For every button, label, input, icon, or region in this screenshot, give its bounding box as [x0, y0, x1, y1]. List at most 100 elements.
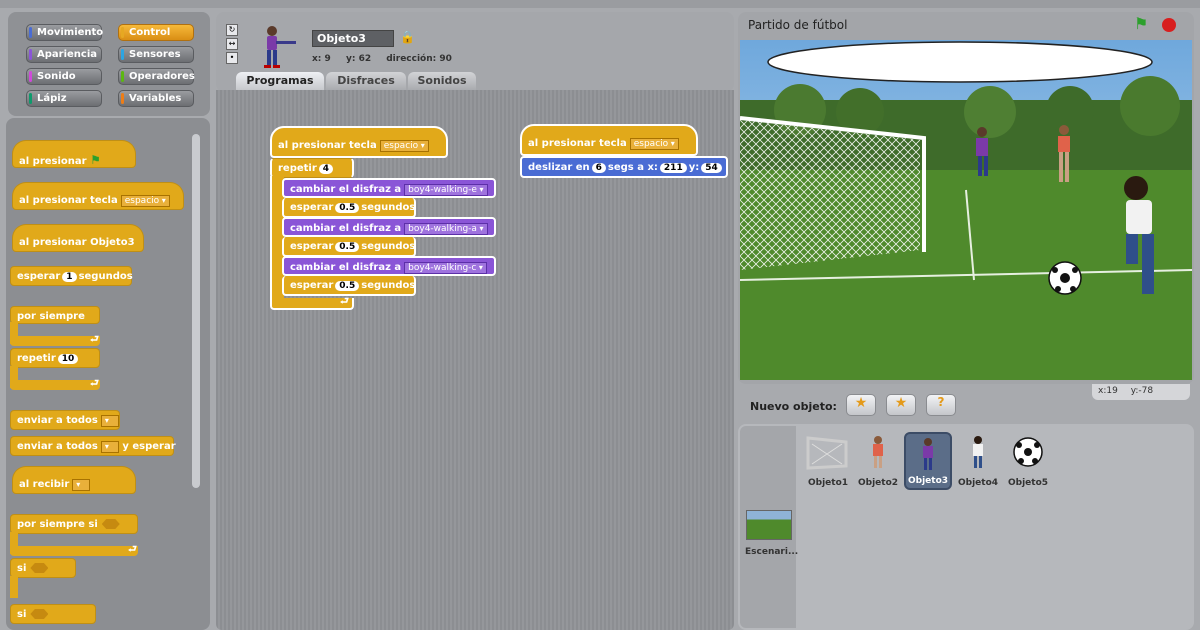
condition-slot[interactable]: [30, 609, 49, 619]
switch-costume-label: cambiar el disfraz a: [290, 223, 402, 234]
palette-key-press-label: al presionar tecla: [19, 195, 118, 206]
palette-forever-block[interactable]: por siempre ⮐: [10, 306, 100, 346]
category-lpiz[interactable]: Lápiz: [26, 90, 102, 107]
script1-wait-1[interactable]: esperar 0.5 segundos: [282, 198, 416, 218]
palette-forever-if-label: por siempre si: [17, 519, 98, 530]
category-variables[interactable]: Variables: [118, 90, 194, 107]
script2-key-dropdown[interactable]: espacio: [629, 138, 679, 150]
stage-thumbnail[interactable]: [746, 510, 792, 540]
category-color-bar: [29, 27, 32, 38]
glide-secs-input[interactable]: 6: [591, 163, 606, 173]
condition-slot[interactable]: [101, 519, 120, 529]
category-movimiento[interactable]: Movimiento: [26, 24, 103, 41]
wait-input-1[interactable]: 0.5: [335, 203, 360, 213]
sprite-tile-objeto4[interactable]: Objeto4: [954, 432, 1002, 490]
top-menu-strip: [0, 0, 1200, 8]
palette-if-block[interactable]: si: [10, 558, 76, 598]
tab-programas[interactable]: Programas: [236, 72, 324, 90]
wait-input-2[interactable]: 0.5: [335, 242, 360, 252]
palette-broadcast-dropdown[interactable]: [100, 415, 119, 427]
sprite-tile-objeto3[interactable]: Objeto3: [904, 432, 952, 490]
sprite-tile-objeto1[interactable]: Objeto1: [804, 432, 852, 490]
category-label: Sensores: [129, 49, 181, 60]
category-operadores[interactable]: Operadores: [118, 68, 195, 85]
palette-key-press-hat[interactable]: al presionar tecla espacio: [12, 182, 184, 210]
costume-dropdown-3[interactable]: boy4-walking-c: [404, 262, 487, 274]
script-1[interactable]: al presionar teclaespacio repetir4 ⮐ cam…: [270, 126, 500, 312]
palette-if-else-block[interactable]: si: [10, 604, 96, 624]
random-sprite-button[interactable]: ?: [926, 394, 956, 416]
sprite-thumbnail: [264, 26, 296, 68]
sprite-name-field[interactable]: Objeto3: [312, 30, 394, 47]
mouse-coords: x:19 y:-78: [1092, 384, 1190, 400]
palette-receive-dropdown[interactable]: [72, 479, 91, 491]
palette-forever-if-block[interactable]: por siempre si ⮐: [10, 514, 138, 556]
category-control[interactable]: Control: [118, 24, 194, 41]
palette-if-label: si: [17, 563, 27, 574]
category-label: Control: [129, 27, 171, 38]
sprite-thumb-goal: [806, 436, 848, 470]
rotate-horizontal-icon[interactable]: ↔: [226, 38, 238, 50]
palette-broadcast-wait-suffix: y esperar: [122, 441, 176, 452]
category-sonido[interactable]: Sonido: [26, 68, 102, 85]
glide-x-input[interactable]: 211: [659, 163, 687, 173]
palette-repeat-input[interactable]: 10: [57, 354, 79, 364]
script1-switch-costume-1[interactable]: cambiar el disfraz a boy4-walking-e: [282, 178, 496, 198]
tab-disfraces[interactable]: Disfraces: [326, 72, 406, 90]
script1-repeat-input[interactable]: 4: [318, 164, 334, 174]
glide-y-input[interactable]: 54: [701, 163, 722, 173]
direction-value: 90: [439, 54, 452, 64]
palette-key-dropdown[interactable]: espacio: [120, 195, 170, 207]
palette-receive-hat[interactable]: al recibir: [12, 466, 136, 494]
stop-button[interactable]: [1162, 18, 1176, 32]
green-flag-icon: ⚑: [90, 153, 101, 167]
sprite-thumb-ball: [1013, 437, 1043, 467]
condition-slot[interactable]: [30, 563, 49, 573]
script1-hat[interactable]: al presionar tecla espacio: [270, 126, 448, 158]
palette-wait-input[interactable]: 1: [62, 272, 77, 282]
sprite-tile-objeto5[interactable]: Objeto5: [1004, 432, 1052, 490]
direction-label: dirección:: [386, 54, 437, 64]
stage-thumb-label: Escenari...: [745, 547, 799, 557]
script-2[interactable]: al presionar teclaespacio deslizar en6se…: [520, 124, 730, 180]
palette-broadcast-wait-dropdown[interactable]: [100, 441, 119, 453]
script1-wait-3[interactable]: esperar 0.5 segundos: [282, 276, 416, 296]
script1-repeat-label: repetir: [278, 163, 317, 174]
category-apariencia[interactable]: Apariencia: [26, 46, 102, 63]
no-rotate-icon[interactable]: •: [226, 52, 238, 64]
script2-hat[interactable]: al presionar tecla espacio: [520, 124, 698, 156]
script1-switch-costume-3[interactable]: cambiar el disfraz a boy4-walking-c: [282, 256, 496, 276]
script1-key-dropdown[interactable]: espacio: [379, 140, 429, 152]
palette-repeat-block[interactable]: repetir 10 ⮐: [10, 348, 100, 392]
category-color-bar: [121, 71, 124, 82]
choose-sprite-file-button[interactable]: ★: [886, 394, 916, 416]
rotate-full-icon[interactable]: ↻: [226, 24, 238, 36]
script1-wait-2[interactable]: esperar 0.5 segundos: [282, 237, 416, 257]
loop-arrow-icon: ⮐: [128, 544, 137, 555]
loop-arrow-icon: ⮐: [90, 334, 99, 345]
sprite-thumb-boy: [923, 438, 933, 470]
sprite-tile-objeto2[interactable]: Objeto2: [854, 432, 902, 490]
category-sensores[interactable]: Sensores: [118, 46, 194, 63]
lock-icon[interactable]: 🔒: [400, 30, 415, 44]
palette-broadcast-block[interactable]: enviar a todos: [10, 410, 120, 430]
tab-sonidos[interactable]: Sonidos: [408, 72, 476, 90]
wait-input-3[interactable]: 0.5: [335, 281, 360, 291]
script1-repeat[interactable]: repetir 4: [270, 158, 354, 178]
costume-dropdown-2[interactable]: boy4-walking-a: [404, 223, 488, 235]
glide-x-label: segs a x:: [607, 162, 658, 173]
category-color-bar: [29, 71, 32, 82]
green-flag-icon[interactable]: ⚑: [1134, 14, 1148, 33]
paint-new-sprite-button[interactable]: ★: [846, 394, 876, 416]
stage-canvas[interactable]: [740, 40, 1192, 380]
palette-green-flag-hat[interactable]: al presionar ⚑: [12, 140, 136, 168]
costume-dropdown-1[interactable]: boy4-walking-e: [404, 184, 488, 196]
script2-glide[interactable]: deslizar en 6 segs a x: 211 y: 54: [520, 156, 728, 178]
script1-switch-costume-2[interactable]: cambiar el disfraz a boy4-walking-a: [282, 217, 496, 237]
palette-wait-block[interactable]: esperar 1 segundos: [10, 266, 133, 286]
palette-click-sprite-hat[interactable]: al presionar Objeto3: [12, 224, 144, 252]
y-label: y:: [345, 54, 356, 64]
palette-green-flag-label: al presionar: [19, 156, 87, 167]
palette-broadcast-wait-block[interactable]: enviar a todos y esperar: [10, 436, 176, 456]
palette-scrollbar[interactable]: [192, 134, 200, 488]
